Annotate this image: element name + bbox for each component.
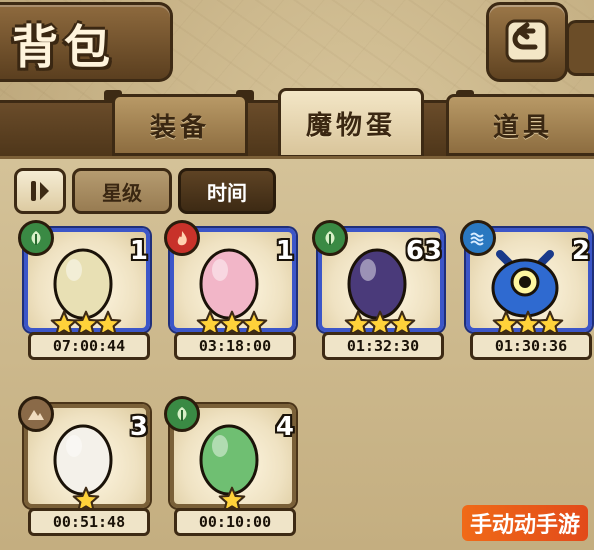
grass-element-icon bbox=[164, 396, 200, 432]
back-button[interactable] bbox=[486, 2, 568, 82]
side-tab bbox=[566, 20, 594, 76]
tab-monster-eggs[interactable]: 魔物蛋 bbox=[278, 88, 424, 158]
monster-egg-image bbox=[491, 250, 559, 318]
hatch-timer: 07:00:44 bbox=[28, 332, 150, 360]
monster-egg-image bbox=[199, 248, 259, 320]
egg-card[interactable]: 4 00:10:00 bbox=[164, 396, 296, 536]
back-arrow-icon bbox=[505, 19, 549, 63]
egg-count: 1 bbox=[275, 236, 294, 266]
egg-count: 4 bbox=[275, 412, 294, 442]
monster-egg-image bbox=[199, 424, 259, 496]
egg-count: 1 bbox=[129, 236, 148, 266]
hatch-timer: 01:32:30 bbox=[322, 332, 444, 360]
egg-card[interactable]: 63 01:32:30 bbox=[312, 220, 444, 360]
water-element-icon bbox=[460, 220, 496, 256]
hatch-timer: 01:30:36 bbox=[470, 332, 592, 360]
grass-element-icon bbox=[18, 220, 54, 256]
filter-star-button[interactable]: 星级 bbox=[72, 168, 172, 214]
egg-card[interactable]: 2 01:30:36 bbox=[460, 220, 592, 360]
grass-element-icon bbox=[312, 220, 348, 256]
hatch-timer: 03:18:00 bbox=[174, 332, 296, 360]
egg-count: 63 bbox=[405, 236, 442, 266]
hatch-timer: 00:51:48 bbox=[28, 508, 150, 536]
sort-toggle-icon bbox=[31, 181, 49, 201]
tab-items[interactable]: 道具 bbox=[446, 94, 594, 156]
egg-count: 2 bbox=[571, 236, 590, 266]
egg-count: 3 bbox=[129, 412, 148, 442]
watermark-logo: 手动动手游 bbox=[461, 505, 588, 541]
sort-order-button[interactable] bbox=[14, 168, 66, 214]
egg-card[interactable]: 1 07:00:44 bbox=[18, 220, 150, 360]
filter-time-button[interactable]: 时间 bbox=[178, 168, 276, 214]
tab-equipment[interactable]: 装备 bbox=[112, 94, 248, 156]
title-plate: 背包 bbox=[0, 2, 173, 82]
page-title: 背包 bbox=[12, 20, 116, 74]
monster-egg-image bbox=[53, 248, 113, 320]
fire-element-icon bbox=[164, 220, 200, 256]
egg-card[interactable]: 3 00:51:48 bbox=[18, 396, 150, 536]
hatch-timer: 00:10:00 bbox=[174, 508, 296, 536]
egg-card[interactable]: 1 03:18:00 bbox=[164, 220, 296, 360]
earth-element-icon bbox=[18, 396, 54, 432]
monster-egg-image bbox=[53, 424, 113, 496]
